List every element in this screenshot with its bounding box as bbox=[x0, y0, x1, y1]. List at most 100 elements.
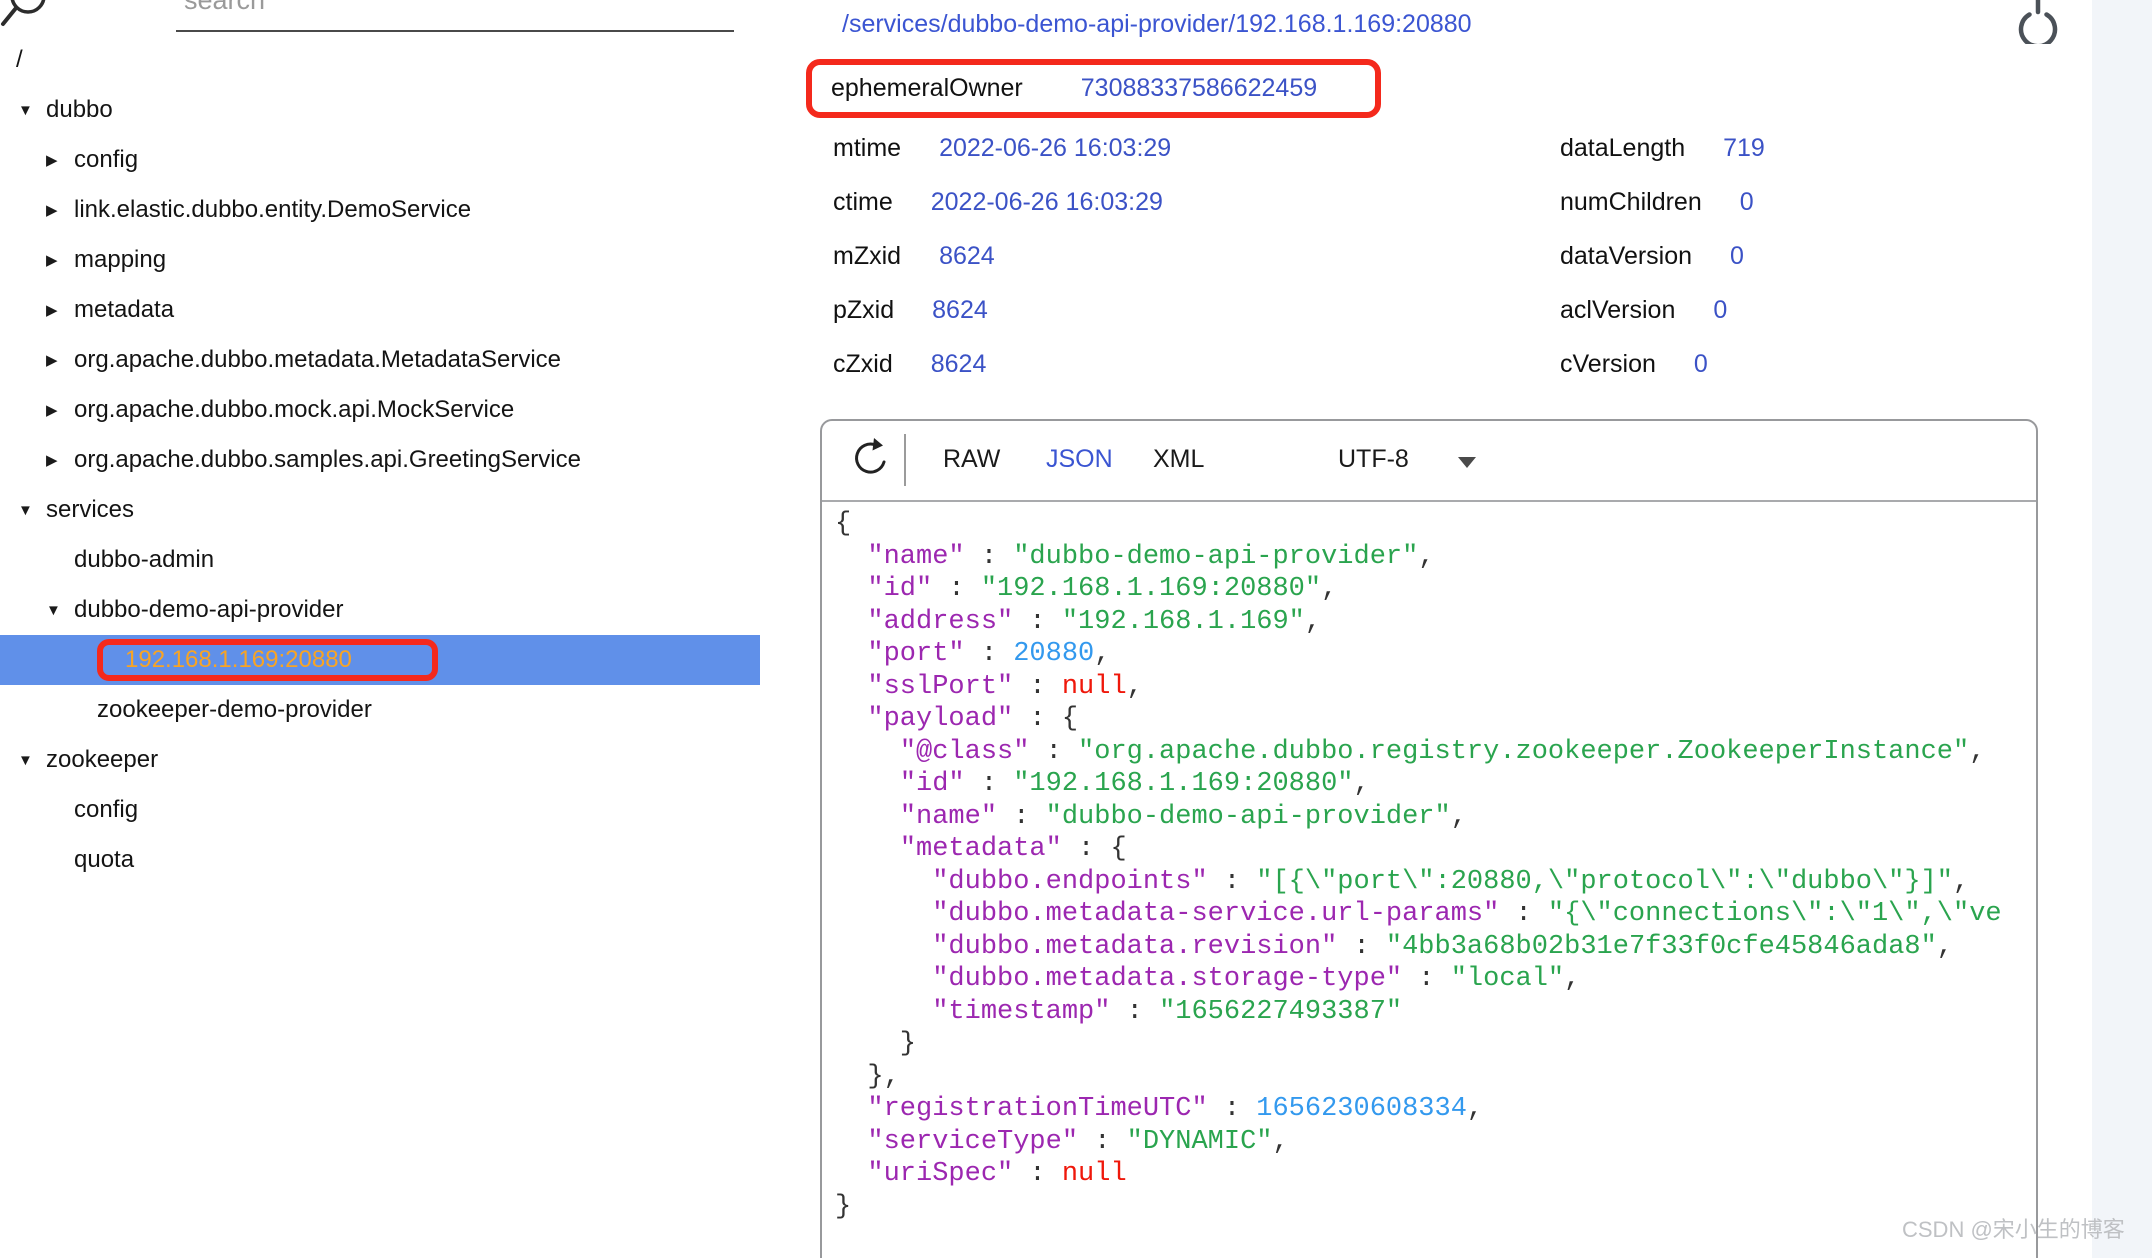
code-line: { bbox=[835, 508, 2036, 541]
code-line: "name" : "dubbo-demo-api-provider", bbox=[835, 541, 2036, 574]
search-icon bbox=[0, 0, 54, 36]
tree-item-org-apache-dubbo-samples-api-greetingservice[interactable]: ▶org.apache.dubbo.samples.api.GreetingSe… bbox=[0, 435, 760, 485]
code-line: "sslPort" : null, bbox=[835, 671, 2036, 704]
stat-value: 8624 bbox=[932, 296, 988, 325]
code-line: "timestamp" : "1656227493387" bbox=[835, 996, 2036, 1029]
tree-item-label: dubbo-admin bbox=[74, 546, 214, 574]
caret-expanded-icon[interactable]: ▼ bbox=[18, 752, 42, 769]
tree-item-mapping[interactable]: ▶mapping bbox=[0, 235, 760, 285]
stat-row-pzxid: pZxid8624 bbox=[833, 295, 1171, 325]
caret-expanded-icon[interactable]: ▼ bbox=[0, 52, 12, 69]
tab-xml[interactable]: XML bbox=[1153, 445, 1204, 474]
json-viewer[interactable]: { "name" : "dubbo-demo-api-provider", "i… bbox=[822, 502, 2036, 1223]
caret-expanded-icon[interactable]: ▼ bbox=[18, 502, 42, 519]
stat-row-mtime: mtime2022-06-26 16:03:29 bbox=[833, 133, 1171, 163]
code-line: }, bbox=[835, 1061, 2036, 1094]
stat-row-mzxid: mZxid 8624 bbox=[833, 241, 1171, 271]
search-input[interactable] bbox=[182, 0, 706, 17]
caret-collapsed-icon[interactable]: ▶ bbox=[46, 351, 70, 369]
tree-item-services[interactable]: ▼services bbox=[0, 485, 760, 535]
caret-collapsed-icon[interactable]: ▶ bbox=[46, 251, 70, 269]
tree-item-label: config bbox=[74, 796, 138, 824]
stat-value: 0 bbox=[1740, 188, 1754, 217]
stat-label: mZxid bbox=[833, 242, 901, 271]
caret-collapsed-icon[interactable]: ▶ bbox=[46, 401, 70, 419]
stat-row-ctime: ctime 2022-06-26 16:03:29 bbox=[833, 187, 1171, 217]
tree-item-config[interactable]: config bbox=[0, 785, 760, 835]
tree-item-link-elastic-dubbo-entity-demoservice[interactable]: ▶link.elastic.dubbo.entity.DemoService bbox=[0, 185, 760, 235]
tree-item-label: dubbo-demo-api-provider bbox=[74, 596, 343, 624]
stat-label: aclVersion bbox=[1560, 296, 1675, 325]
code-line: "dubbo.metadata.storage-type" : "local", bbox=[835, 963, 2036, 996]
search-bar bbox=[0, 0, 760, 36]
stat-label: cZxid bbox=[833, 350, 893, 379]
right-edge-strip bbox=[2092, 0, 2152, 1258]
tree-item-label: zookeeper bbox=[46, 746, 158, 774]
tree-item-org-apache-dubbo-mock-api-mockservice[interactable]: ▶org.apache.dubbo.mock.api.MockService bbox=[0, 385, 760, 435]
tree-item-zookeeper-demo-provider[interactable]: zookeeper-demo-provider bbox=[0, 685, 760, 735]
tree-item-label: org.apache.dubbo.samples.api.GreetingSer… bbox=[74, 446, 581, 474]
tree-item-org-apache-dubbo-metadata-metadataservice[interactable]: ▶org.apache.dubbo.metadata.MetadataServi… bbox=[0, 335, 760, 385]
tab-raw[interactable]: RAW bbox=[943, 445, 1000, 474]
tree-item-quota[interactable]: quota bbox=[0, 835, 760, 885]
search-underline bbox=[176, 30, 734, 32]
stat-label: ctime bbox=[833, 188, 893, 217]
code-line: "uriSpec" : null bbox=[835, 1158, 2036, 1191]
code-line: "@class" : "org.apache.dubbo.registry.zo… bbox=[835, 736, 2036, 769]
refresh-icon[interactable] bbox=[848, 438, 892, 482]
tree-item-label: mapping bbox=[74, 246, 166, 274]
tree-item-zookeeper[interactable]: ▼zookeeper bbox=[0, 735, 760, 785]
stat-value: 0 bbox=[1694, 350, 1708, 379]
encoding-select[interactable]: UTF-8 bbox=[1338, 445, 1409, 474]
node-stats-right: dataLength719numChildren0dataVersion0acl… bbox=[1560, 133, 1765, 403]
tree-item-metadata[interactable]: ▶metadata bbox=[0, 285, 760, 335]
tree-item-label: config bbox=[74, 146, 138, 174]
ephemeral-owner-value: 73088337586622459 bbox=[1081, 74, 1317, 103]
tree-item-192-168-1-169-20880[interactable]: 192.168.1.169:20880 bbox=[0, 635, 760, 685]
tree-item-label-annotated: 192.168.1.169:20880 bbox=[97, 639, 438, 681]
chevron-down-icon[interactable] bbox=[1458, 457, 1476, 468]
code-line: "name" : "dubbo-demo-api-provider", bbox=[835, 801, 2036, 834]
tree-item-[interactable]: ▼/ bbox=[0, 35, 760, 85]
caret-collapsed-icon[interactable]: ▶ bbox=[46, 201, 70, 219]
tree-item-label: metadata bbox=[74, 296, 174, 324]
tab-json[interactable]: JSON bbox=[1046, 445, 1113, 474]
ephemeral-owner-annotation: ephemeralOwner 73088337586622459 bbox=[806, 59, 1381, 118]
watermark: CSDN @宋小生的博客 bbox=[1902, 1212, 2125, 1244]
code-line: "metadata" : { bbox=[835, 833, 2036, 866]
tree-item-dubbo-demo-api-provider[interactable]: ▼dubbo-demo-api-provider bbox=[0, 585, 760, 635]
tree-item-dubbo-admin[interactable]: dubbo-admin bbox=[0, 535, 760, 585]
stat-row-numchildren: numChildren 0 bbox=[1560, 187, 1765, 217]
tree-item-dubbo[interactable]: ▼dubbo bbox=[0, 85, 760, 135]
tree-item-label: / bbox=[16, 46, 23, 74]
stat-label: cVersion bbox=[1560, 350, 1656, 379]
power-icon[interactable] bbox=[2012, 0, 2064, 44]
caret-collapsed-icon[interactable]: ▶ bbox=[46, 151, 70, 169]
stat-value: 0 bbox=[1730, 242, 1744, 271]
code-line: "port" : 20880, bbox=[835, 638, 2036, 671]
stat-value: 8624 bbox=[931, 350, 987, 379]
stat-label: mtime bbox=[833, 134, 901, 163]
code-line: } bbox=[835, 1191, 2036, 1224]
toolbar-divider bbox=[904, 434, 906, 486]
stat-value: 8624 bbox=[939, 242, 995, 271]
node-stats-left: mtime2022-06-26 16:03:29 ctime 2022-06-26 … bbox=[833, 133, 1171, 403]
tree-item-config[interactable]: ▶config bbox=[0, 135, 760, 185]
stat-row-aclversion: aclVersion 0 bbox=[1560, 295, 1765, 325]
caret-collapsed-icon[interactable]: ▶ bbox=[46, 451, 70, 469]
stat-label: numChildren bbox=[1560, 188, 1702, 217]
caret-expanded-icon[interactable]: ▼ bbox=[18, 102, 42, 119]
data-panel-toolbar: RAW JSON XML UTF-8 bbox=[822, 421, 2036, 502]
stat-label: dataLength bbox=[1560, 134, 1685, 163]
caret-expanded-icon[interactable]: ▼ bbox=[46, 602, 70, 619]
code-line: "address" : "192.168.1.169", bbox=[835, 606, 2036, 639]
code-line: "id" : "192.168.1.169:20880", bbox=[835, 768, 2036, 801]
tree-item-label: zookeeper-demo-provider bbox=[97, 696, 372, 724]
stat-value: 2022-06-26 16:03:29 bbox=[931, 188, 1163, 217]
zookeeper-client-window: ▼/▼dubbo▶config▶link.elastic.dubbo.entit… bbox=[0, 0, 2152, 1258]
stat-row-cversion: cVersion 0 bbox=[1560, 349, 1765, 379]
code-line: "dubbo.endpoints" : "[{\"port\":20880,\"… bbox=[835, 866, 2036, 899]
code-line: "registrationTimeUTC" : 1656230608334, bbox=[835, 1093, 2036, 1126]
stat-value: 0 bbox=[1713, 296, 1727, 325]
caret-collapsed-icon[interactable]: ▶ bbox=[46, 301, 70, 319]
